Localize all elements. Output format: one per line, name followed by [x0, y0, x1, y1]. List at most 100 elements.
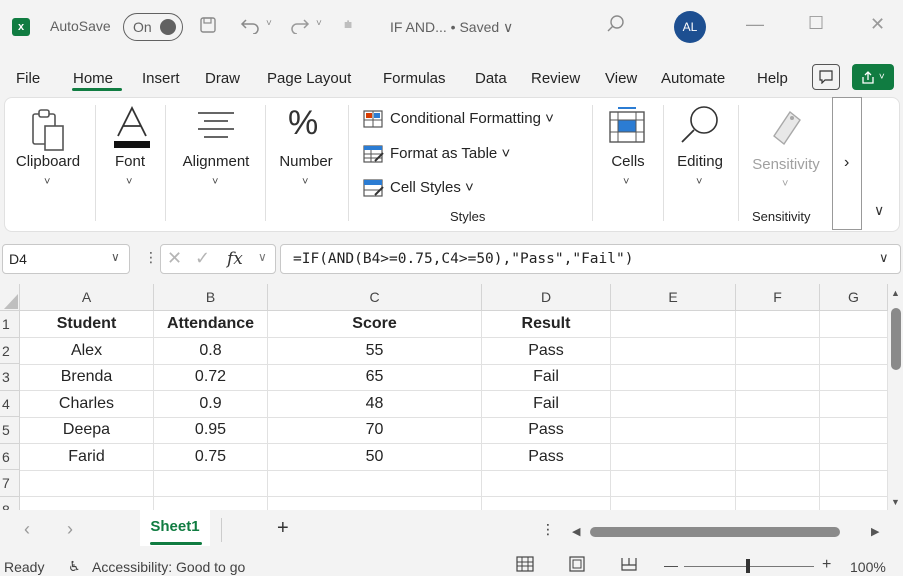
page-break-view-icon[interactable]	[620, 556, 638, 575]
cell-styles-button[interactable]: Cell Styles ˅	[390, 179, 474, 196]
page-layout-view-icon[interactable]	[568, 556, 586, 575]
tab-home[interactable]: Home	[73, 70, 113, 87]
cell-g1[interactable]	[820, 311, 888, 338]
cell-e5[interactable]	[611, 417, 736, 444]
cell-b8[interactable]	[154, 497, 268, 510]
row-header[interactable]: 3	[0, 364, 20, 391]
cell-g2[interactable]	[820, 338, 888, 365]
save-icon[interactable]	[198, 15, 218, 40]
editing-search-icon[interactable]	[678, 104, 722, 151]
zoom-out-icon[interactable]: —	[664, 557, 678, 573]
cell-e1[interactable]	[611, 311, 736, 338]
accessibility-icon[interactable]: ♿︎	[68, 558, 81, 575]
alignment-button[interactable]: Alignment	[174, 153, 258, 170]
format-as-table-button[interactable]: Format as Table ˅	[390, 145, 510, 162]
add-sheet-button[interactable]: +	[277, 517, 289, 540]
cell-g7[interactable]	[820, 470, 888, 497]
cell-b5[interactable]: 0.95	[154, 417, 268, 444]
clipboard-chevron-icon[interactable]: ˅	[44, 176, 50, 188]
close-icon[interactable]: ✕	[870, 14, 885, 35]
tab-automate[interactable]: Automate	[661, 70, 725, 87]
cell-e8[interactable]	[611, 497, 736, 510]
tab-insert[interactable]: Insert	[142, 70, 180, 87]
chevron-down-icon[interactable]: ∨	[111, 250, 120, 264]
cell-f1[interactable]	[736, 311, 820, 338]
font-icon[interactable]	[112, 105, 152, 153]
cell-styles-icon[interactable]	[363, 179, 385, 200]
cell-b3[interactable]: 0.72	[154, 364, 268, 391]
search-icon[interactable]	[606, 14, 626, 39]
insert-function-icon[interactable]: fx	[227, 249, 243, 269]
horizontal-scroll-thumb[interactable]	[590, 527, 840, 537]
row-header[interactable]: 1	[0, 311, 20, 338]
number-chevron-icon[interactable]: ˅	[302, 176, 308, 188]
tab-view[interactable]: View	[605, 70, 637, 87]
tab-help[interactable]: Help	[757, 70, 788, 87]
cell-f2[interactable]	[736, 338, 820, 365]
zoom-in-icon[interactable]: +	[822, 556, 831, 574]
number-button[interactable]: Number	[272, 153, 340, 170]
clipboard-icon[interactable]	[30, 108, 68, 155]
cell-e7[interactable]	[611, 470, 736, 497]
cell-c3[interactable]: 65	[268, 364, 482, 391]
cell-d8[interactable]	[482, 497, 611, 510]
select-all-corner[interactable]	[0, 284, 20, 311]
accessibility-status[interactable]: Accessibility: Good to go	[92, 559, 245, 575]
autosave-toggle[interactable]: On	[123, 13, 183, 41]
vertical-scroll-thumb[interactable]	[891, 308, 901, 370]
column-header-f[interactable]: F	[736, 284, 820, 311]
tab-review[interactable]: Review	[531, 70, 580, 87]
row-header[interactable]: 5	[0, 417, 20, 444]
cell-f7[interactable]	[736, 470, 820, 497]
cell-a8[interactable]	[20, 497, 154, 510]
row-header[interactable]: 2	[0, 338, 20, 364]
cell-c8[interactable]	[268, 497, 482, 510]
cell-d7[interactable]	[482, 470, 611, 497]
cell-a2[interactable]: Alex	[20, 338, 154, 365]
cell-b2[interactable]: 0.8	[154, 338, 268, 365]
cell-g3[interactable]	[820, 364, 888, 391]
cell-e2[interactable]	[611, 338, 736, 365]
comments-icon[interactable]	[812, 64, 840, 90]
redo-icon[interactable]	[288, 14, 310, 39]
row-header[interactable]: 7	[0, 470, 20, 497]
formula-input[interactable]: =IF(AND(B4>=0.75,C4>=50),"Pass","Fail") …	[280, 244, 901, 274]
cell-g4[interactable]	[820, 391, 888, 418]
prev-sheet-icon[interactable]: ‹	[24, 519, 30, 540]
cell-a4[interactable]: Charles	[20, 391, 154, 418]
cell-d1[interactable]: Result	[482, 311, 611, 338]
cell-a6[interactable]: Farid	[20, 444, 154, 471]
expand-formula-icon[interactable]: ∨	[879, 250, 889, 266]
alignment-chevron-icon[interactable]: ˅	[212, 176, 218, 188]
cells-icon[interactable]	[608, 106, 646, 147]
cell-f3[interactable]	[736, 364, 820, 391]
next-sheet-icon[interactable]: ›	[67, 519, 73, 540]
row-header[interactable]: 6	[0, 444, 20, 470]
tab-options-icon[interactable]: ⋮	[541, 521, 555, 538]
cell-c4[interactable]: 48	[268, 391, 482, 418]
cell-a1[interactable]: Student	[20, 311, 154, 338]
normal-view-icon[interactable]	[516, 556, 534, 575]
ribbon-more-button[interactable]: ›	[832, 97, 862, 230]
cell-f5[interactable]	[736, 417, 820, 444]
editing-button[interactable]: Editing	[670, 153, 730, 170]
cancel-icon[interactable]: ✕	[167, 248, 182, 269]
cell-b1[interactable]: Attendance	[154, 311, 268, 338]
tab-formulas[interactable]: Formulas	[383, 70, 446, 87]
cell-d4[interactable]: Fail	[482, 391, 611, 418]
cell-c2[interactable]: 55	[268, 338, 482, 365]
font-button[interactable]: Font	[105, 153, 155, 170]
column-header-b[interactable]: B	[154, 284, 268, 311]
cells-button[interactable]: Cells	[604, 153, 652, 170]
cell-e3[interactable]	[611, 364, 736, 391]
clipboard-button[interactable]: Clipboard	[8, 153, 88, 170]
sensitivity-button[interactable]: Sensitivity	[746, 156, 826, 173]
scroll-left-icon[interactable]: ◀	[572, 525, 580, 538]
scroll-up-icon[interactable]: ▲	[891, 288, 900, 298]
row-header[interactable]: 4	[0, 391, 20, 417]
number-percent-icon[interactable]: %	[288, 104, 318, 143]
redo-dropdown-icon[interactable]: ˅	[316, 18, 322, 29]
conditional-formatting-icon[interactable]	[363, 110, 383, 131]
document-title[interactable]: IF AND... • Saved ∨	[390, 19, 513, 36]
column-header-c[interactable]: C	[268, 284, 482, 311]
